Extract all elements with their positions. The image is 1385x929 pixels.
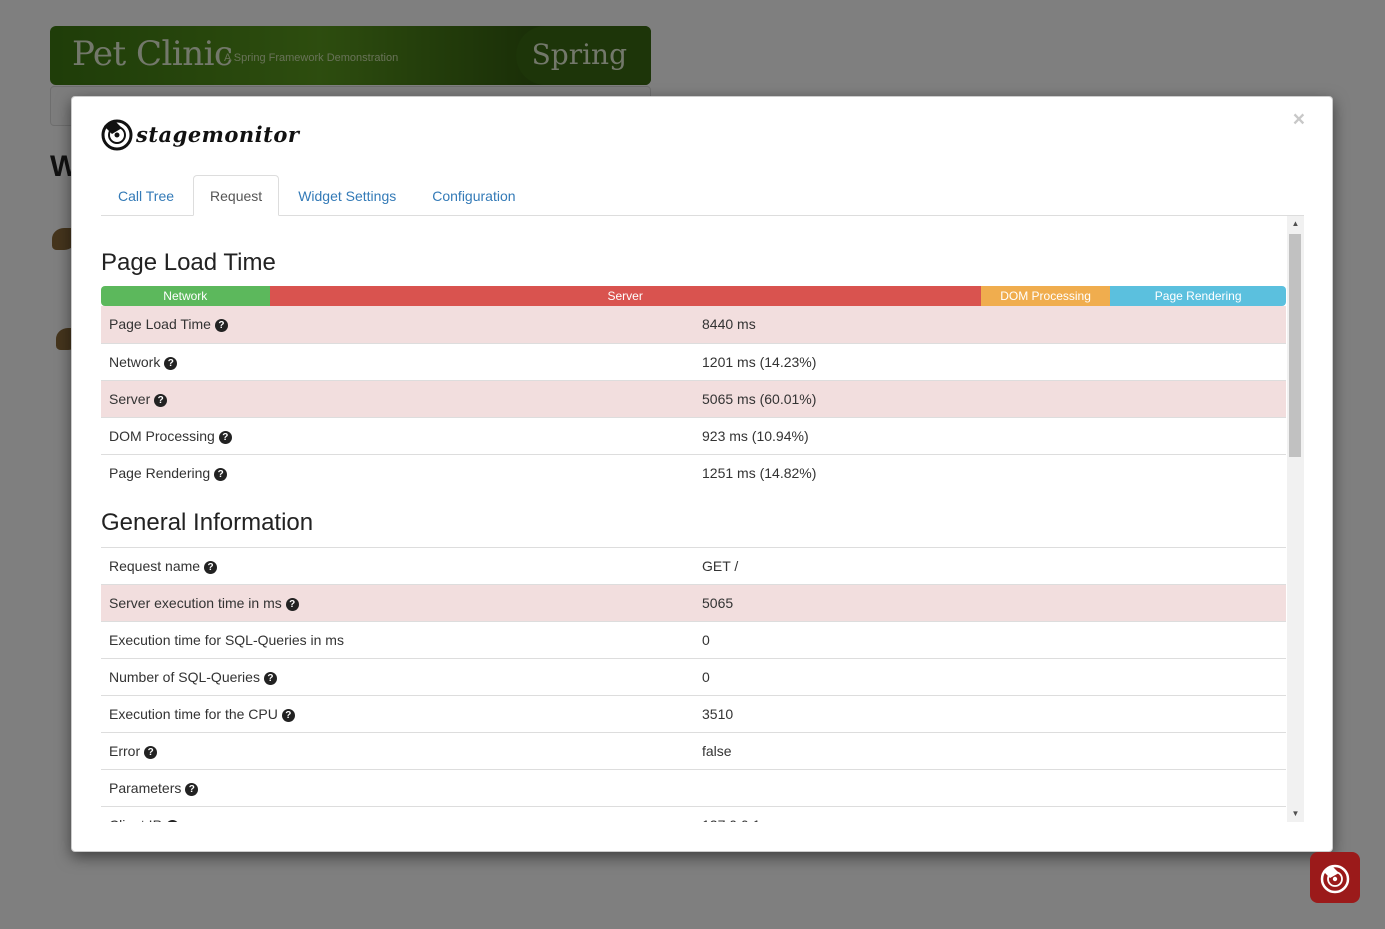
row-key: Server [109,390,151,407]
scroll-up-arrow-icon[interactable]: ▲ [1287,216,1304,232]
row-value: 1201 ms (14.23%) [694,342,1286,380]
table-row: Page Load Time? 8440 ms [101,306,1286,343]
page-load-progress-bar: Network Server DOM Processing Page Rende… [101,286,1286,306]
row-value: GET / [694,547,1286,585]
request-tab-content[interactable]: Page Load Time Network Server DOM Proces… [101,216,1304,822]
tab-bar: Call Tree Request Widget Settings Config… [101,175,1304,216]
row-key: Client IP [109,817,162,822]
row-key-cell: Number of SQL-Queries? [101,658,694,696]
table-row: Network? 1201 ms (14.23%) [101,342,1286,380]
help-icon[interactable]: ? [263,672,277,685]
help-icon[interactable]: ? [165,820,179,822]
row-key-cell: Page Load Time? [101,306,694,343]
row-key: Execution time for the CPU [109,706,278,722]
logo-text: stagemonitor [136,121,300,147]
progress-server: Server [269,286,981,306]
table-row: Execution time for the CPU? 3510 [101,695,1286,733]
row-value: 0 [694,658,1286,696]
row-value: 1251 ms (14.82%) [694,453,1286,491]
row-value: 923 ms (10.94%) [694,416,1286,454]
row-key: Number of SQL-Queries [109,669,260,685]
table-row: Error? false [101,732,1286,770]
row-value [694,769,1286,807]
row-key-cell: Server? [101,379,694,417]
page-load-time-heading: Page Load Time [101,249,276,276]
table-row: Server? 5065 ms (60.01%) [101,379,1286,417]
row-value: 3510 [694,695,1286,733]
help-icon[interactable]: ? [281,709,295,722]
row-key-cell: Parameters? [101,769,694,807]
row-key: Page Rendering [109,464,211,481]
general-information-heading: General Information [101,509,314,536]
row-key: Network [109,353,161,370]
stagemonitor-toggle-button[interactable] [1310,852,1360,903]
table-row: Parameters? [101,769,1286,807]
row-key-cell: Server execution time in ms? [101,584,694,622]
help-icon[interactable]: ? [218,430,232,444]
table-row: Page Rendering? 1251 ms (14.82%) [101,453,1286,491]
row-key-cell: Client IP? [101,806,694,822]
row-value: 8440 ms [694,306,1286,343]
help-icon[interactable]: ? [214,319,228,333]
row-key: Parameters [109,780,182,796]
vertical-scrollbar[interactable]: ▲ ▼ [1287,216,1304,822]
stagemonitor-logo-icon [101,119,133,151]
row-key-cell: Execution time for SQL-Queries in ms [101,621,694,659]
row-key-cell: Execution time for the CPU? [101,695,694,733]
row-key-cell: DOM Processing? [101,416,694,454]
row-key: Page Load Time [109,316,211,333]
help-icon[interactable]: ? [154,393,168,407]
table-row: Client IP?127.0.0.1 [101,806,1286,822]
scroll-down-arrow-icon[interactable]: ▼ [1287,806,1304,822]
row-key: Server execution time in ms [109,595,282,611]
stagemonitor-modal: × stagemonitor Call Tree Request Widget … [71,96,1333,852]
help-icon[interactable]: ? [164,356,178,370]
general-information-table: Request name? GET / Server execution time … [101,547,1286,822]
row-key-cell: Request name? [101,547,694,585]
row-key: DOM Processing [109,427,215,444]
table-row: DOM Processing? 923 ms (10.94%) [101,416,1286,454]
row-key: Request name [109,558,201,574]
row-value: false [694,732,1286,770]
row-key: Error [109,743,141,759]
stagemonitor-icon [1320,864,1350,893]
help-icon[interactable]: ? [144,746,158,759]
progress-page-rendering: Page Rendering [1110,286,1286,306]
tab-request[interactable]: Request [193,175,280,216]
table-row: Server execution time in ms? 5065 [101,584,1286,622]
tab-call-tree[interactable]: Call Tree [101,175,191,215]
progress-dom-processing: DOM Processing [980,286,1111,306]
table-row: Request name? GET / [101,547,1286,585]
scrollbar-thumb[interactable] [1289,234,1301,457]
progress-network: Network [101,286,270,306]
row-key: Execution time for SQL-Queries in ms [109,632,344,648]
table-row: Execution time for SQL-Queries in ms 0 [101,621,1286,659]
stagemonitor-logo: stagemonitor [100,116,299,152]
row-key-cell: Error? [101,732,694,770]
help-icon[interactable]: ? [285,598,299,611]
row-value: 0 [694,621,1286,659]
table-row: Number of SQL-Queries? 0 [101,658,1286,696]
tab-configuration[interactable]: Configuration [415,175,532,215]
row-value: 5065 ms (60.01%) [694,379,1286,417]
help-icon[interactable]: ? [214,467,228,481]
close-button[interactable]: × [1293,109,1305,130]
page-load-table: Page Load Time? 8440 ms Network? 1201 ms (1… [101,306,1286,491]
row-key-cell: Page Rendering? [101,453,694,491]
help-icon[interactable]: ? [204,561,218,574]
tab-widget-settings[interactable]: Widget Settings [281,175,413,215]
row-key-cell: Network? [101,342,694,380]
help-icon[interactable]: ? [185,783,199,796]
row-value: 5065 [694,584,1286,622]
row-value: 127.0.0.1 [694,806,1286,822]
